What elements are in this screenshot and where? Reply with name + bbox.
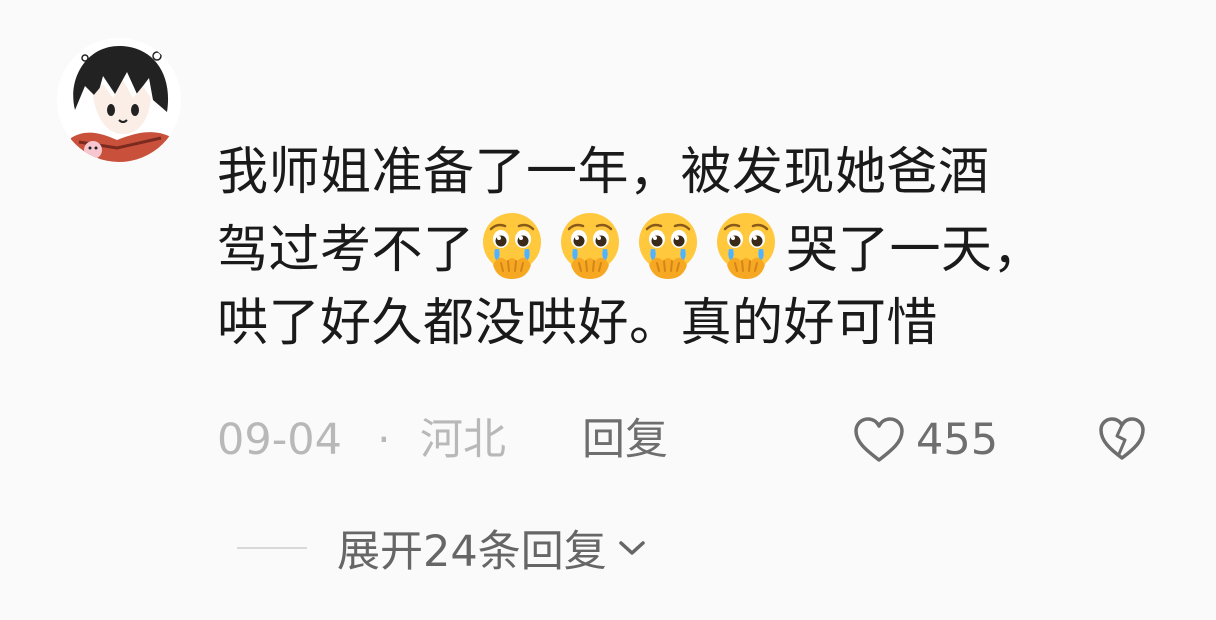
heart-outline-icon: [854, 417, 904, 462]
avatar[interactable]: [57, 38, 181, 162]
comment-line-2: 驾过考不了 哭了一天，: [217, 209, 1137, 287]
pleading-crying-face-icon: [482, 213, 541, 279]
pleading-crying-face-icon: [638, 213, 697, 279]
divider-dash: [237, 547, 307, 549]
dislike-button[interactable]: [1097, 416, 1147, 478]
like-count: 455: [916, 415, 999, 465]
comment-item: 我师姐准备了一年，被发现她爸酒 驾过考不了 哭了一天， 哄了好久都没哄好。真的好可…: [0, 0, 1216, 620]
reply-button[interactable]: 回复: [582, 410, 668, 470]
comment-line-2-start: 驾过考不了: [217, 221, 475, 280]
comment-body: 我师姐准备了一年，被发现她爸酒 驾过考不了 哭了一天， 哄了好久都没哄好。真的好可…: [217, 136, 1137, 360]
chevron-down-icon: [618, 541, 645, 555]
avatar-illustration: [57, 38, 181, 162]
comment-meta: 09-04 · 河北 回复 455: [217, 410, 1177, 470]
expand-replies-button[interactable]: 展开24条回复: [237, 518, 649, 578]
comment-location: 河北: [420, 415, 506, 465]
expand-replies-label: 展开24条回复: [337, 527, 607, 577]
pleading-crying-face-icon: [560, 213, 619, 279]
comment-date: 09-04: [217, 415, 342, 465]
comment-line-3: 哄了好久都没哄好。真的好可惜: [217, 294, 939, 353]
broken-heart-icon: [1099, 417, 1145, 460]
comment-line-1: 我师姐准备了一年，被发现她爸酒: [217, 143, 990, 202]
like-button[interactable]: 455: [852, 410, 998, 470]
meta-separator: ·: [377, 415, 391, 465]
pleading-crying-face-icon: [716, 213, 775, 279]
comment-line-2-end: 哭了一天，: [786, 221, 1045, 280]
